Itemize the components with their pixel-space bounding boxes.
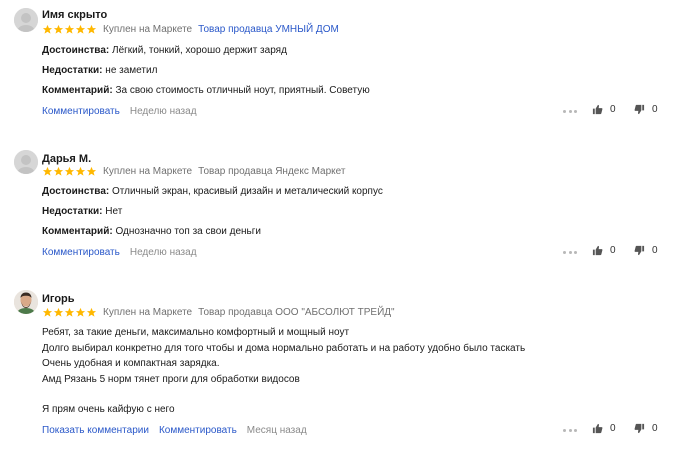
like-button[interactable]: 0 (592, 245, 616, 256)
star-icon (75, 166, 86, 177)
like-count: 0 (610, 245, 616, 256)
thumb-down-icon (634, 423, 645, 434)
star-icon (42, 24, 53, 35)
seller-link[interactable]: Товар продавца УМНЫЙ ДОМ (198, 24, 339, 35)
comment-text: Однозначно топ за свои деньги (115, 226, 261, 237)
review-text-line: Я прям очень кайфую с него (42, 404, 175, 415)
thumb-up-icon (592, 245, 603, 256)
more-dots-icon[interactable] (563, 105, 577, 118)
user-avatar-icon (14, 150, 38, 174)
cons-text: не заметил (105, 65, 158, 76)
like-button[interactable]: 0 (592, 104, 616, 115)
like-button[interactable]: 0 (592, 423, 616, 434)
thumb-down-icon (634, 245, 645, 256)
user-avatar-icon (14, 290, 38, 314)
star-icon (64, 166, 75, 177)
comment-button[interactable]: Комментировать (42, 105, 120, 118)
pros-row: Достоинства: Лёгкий, тонкий, хорошо держ… (42, 44, 287, 57)
star-icon (75, 24, 86, 35)
comment-button[interactable]: Комментировать (42, 246, 120, 259)
comment-label: Комментарий: (42, 85, 113, 96)
seller-name: Товар продавца Яндекс Маркет (198, 165, 346, 177)
rating-stars (42, 166, 97, 177)
bought-on-market: Куплен на Маркете (103, 306, 193, 318)
user-avatar-icon (14, 8, 38, 32)
comment-row: Комментарий: За свою стоимость отличный … (42, 84, 370, 97)
star-icon (64, 307, 75, 318)
reviewer-name: Имя скрыто (42, 9, 108, 21)
dislike-button[interactable]: 0 (634, 423, 658, 434)
review-text-line: Ребят, за такие деньги, максимально комф… (42, 327, 350, 338)
comment-text: За свою стоимость отличный ноут, приятны… (115, 85, 370, 96)
bought-on-market: Куплен на Маркете (103, 165, 193, 177)
review-date: Неделю назад (129, 247, 197, 258)
star-icon (75, 307, 86, 318)
pros-label: Достоинства: (42, 45, 110, 56)
review-date: Неделю назад (129, 106, 197, 117)
star-icon (53, 166, 64, 177)
thumb-up-icon (592, 104, 603, 115)
cons-row: Недостатки: не заметил (42, 64, 157, 77)
cons-label: Недостатки: (42, 206, 103, 217)
comment-label: Комментарий: (42, 226, 113, 237)
comment-row: Комментарий: Однозначно топ за свои день… (42, 225, 261, 238)
thumb-down-icon (634, 104, 645, 115)
rating-stars (42, 307, 97, 318)
review-text-line: Очень удобная и компактная зарядка. (42, 358, 220, 369)
review-meta: Куплен на Маркете Товар продавца Яндекс … (42, 164, 345, 178)
star-icon (64, 24, 75, 35)
review-footer: Комментировать Неделю назад (42, 105, 207, 118)
dislike-button[interactable]: 0 (634, 245, 658, 256)
dislike-count: 0 (652, 104, 658, 115)
pros-row: Достоинства: Отличный экран, красивый ди… (42, 185, 383, 198)
review-footer: Показать комментарии Комментировать Меся… (42, 424, 317, 437)
comment-button[interactable]: Комментировать (159, 424, 237, 437)
cons-text: Нет (105, 206, 123, 217)
review-text-line: Долго выбирал конкретно для того чтобы и… (42, 343, 526, 354)
pros-text: Отличный экран, красивый дизайн и метали… (112, 186, 383, 197)
star-icon (86, 307, 97, 318)
show-comments-button[interactable]: Показать комментарии (42, 424, 149, 437)
dislike-count: 0 (652, 245, 658, 256)
star-icon (53, 24, 64, 35)
pros-text: Лёгкий, тонкий, хорошо держит заряд (112, 45, 287, 56)
thumb-up-icon (592, 423, 603, 434)
more-dots-icon[interactable] (563, 424, 577, 437)
bought-on-market: Куплен на Маркете (103, 23, 193, 35)
more-dots-icon[interactable] (563, 246, 577, 259)
star-icon (86, 24, 97, 35)
star-icon (42, 166, 53, 177)
seller-name: Товар продавца ООО "АБСОЛЮТ ТРЕЙД" (198, 306, 395, 318)
review-text-line: Амд Рязань 5 норм тянет проги для обрабо… (42, 374, 300, 385)
review-meta: Куплен на Маркете Товар продавца УМНЫЙ Д… (42, 22, 339, 36)
dislike-button[interactable]: 0 (634, 104, 658, 115)
reviewer-name: Игорь (42, 293, 75, 305)
review-date: Месяц назад (246, 425, 307, 436)
star-icon (42, 307, 53, 318)
review-footer: Комментировать Неделю назад (42, 246, 207, 259)
cons-label: Недостатки: (42, 65, 103, 76)
pros-label: Достоинства: (42, 186, 110, 197)
star-icon (53, 307, 64, 318)
cons-row: Недостатки: Нет (42, 205, 122, 218)
star-icon (86, 166, 97, 177)
review-meta: Куплен на Маркете Товар продавца ООО "АБ… (42, 305, 395, 319)
like-count: 0 (610, 423, 616, 434)
rating-stars (42, 24, 97, 35)
like-count: 0 (610, 104, 616, 115)
dislike-count: 0 (652, 423, 658, 434)
